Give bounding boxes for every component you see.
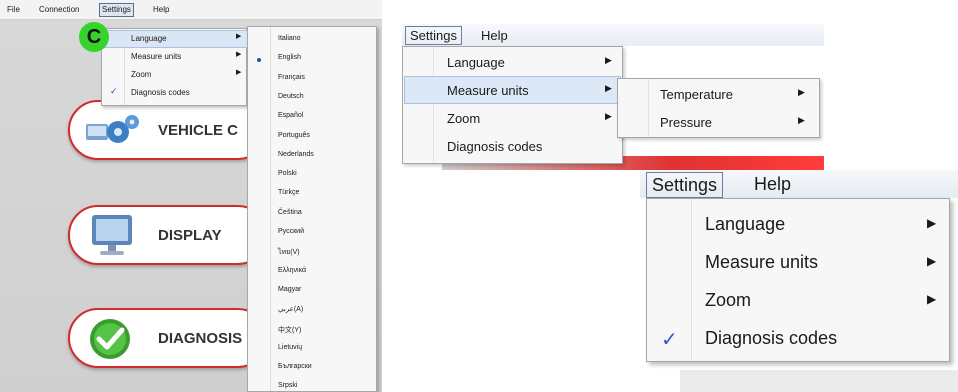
language-option[interactable]: Lietuvių [278,344,302,351]
submenu-arrow-icon: ▶ [927,292,937,306]
diagnosis-button[interactable]: DIAGNOSIS [68,308,268,368]
language-option[interactable]: عربي(A) [278,305,303,313]
monitor-icon [92,215,132,255]
submenu-arrow-icon: ▶ [236,69,242,76]
language-option[interactable]: Deutsch [278,93,304,100]
menu-item-label: Language [705,214,786,234]
menubar: File Connection Settings Help [0,0,382,20]
menu-connection[interactable]: Connection [39,5,79,14]
vehicle-button-label: VEHICLE C [158,122,239,139]
menu-item-language[interactable]: Language ▶ [405,49,620,75]
menu-item-pressure[interactable]: Pressure ▶ [618,109,818,135]
menu-separator [270,27,271,391]
menu-item-diagnosis-codes[interactable]: Diagnosis codes [405,133,620,159]
menu-item-label: Pressure [660,115,713,130]
language-option[interactable]: Français [278,74,305,81]
language-option[interactable]: ไทย(V) [278,247,300,258]
submenu-arrow-icon: ▶ [798,87,805,97]
menu-item-label: Measure units [131,52,182,61]
menu-settings[interactable]: Settings [99,3,134,17]
display-button[interactable]: DISPLAY [68,205,268,265]
menu-help[interactable]: Help [153,5,169,14]
menubar: Settings Help [640,170,958,198]
menu-item-diagnosis-codes[interactable]: ✓ Diagnosis codes [647,319,947,357]
menu-file[interactable]: File [7,5,20,14]
language-option[interactable]: Türkçe [278,189,299,196]
settings-dropdown: Language ▶ Measure units ▶ Zoom ▶ Diagno… [402,46,623,164]
submenu-arrow-icon: ▶ [605,55,612,65]
menubar: Settings Help [402,24,824,46]
language-option[interactable]: 中文(Y) [278,325,301,335]
submenu-arrow-icon: ▶ [927,216,937,230]
menu-item-label: Language [131,34,167,43]
submenu-arrow-icon: ▶ [798,115,805,125]
menu-settings[interactable]: Settings [646,172,724,198]
menu-item-diagnosis-codes[interactable]: ✓ Diagnosis codes [102,85,248,101]
language-option[interactable]: English [278,54,301,61]
menu-item-language[interactable]: Language ▶ [647,205,947,243]
menu-item-measure-units[interactable]: Measure units ▶ [102,49,248,65]
settings-zoom-panel: Settings Help Language ▶ Measure units ▶… [640,170,958,392]
gears-icon [86,115,139,143]
measure-units-panel: Settings Help Language ▶ Measure units ▶… [402,24,824,170]
check-icon: ✓ [661,329,678,351]
language-submenu: Italiano English Français Deutsch Español Por… [247,26,377,392]
radio-selected-icon [257,58,261,62]
submenu-arrow-icon: ▶ [605,83,612,93]
check-icon: ✓ [110,86,118,96]
language-option[interactable]: Русский [278,228,304,235]
submenu-arrow-icon: ▶ [236,51,242,58]
language-option[interactable]: Ελληνικά [278,267,306,274]
settings-dropdown: Language ▶ Measure units ▶ Zoom ▶ ✓ Diag… [101,28,249,106]
menu-item-label: Zoom [705,290,752,310]
submenu-arrow-icon: ▶ [605,111,612,121]
menu-item-label: Measure units [705,252,819,272]
menu-item-label: Temperature [660,87,733,102]
menu-item-zoom[interactable]: Zoom ▶ [647,281,947,319]
menu-item-label: Diagnosis codes [447,139,543,154]
menu-item-label: Zoom [447,111,481,126]
menu-item-label: Diagnosis codes [131,88,190,97]
menu-item-label: Measure units [447,83,529,98]
language-option[interactable]: Português [278,132,310,139]
app-background-strip [680,370,958,392]
language-option[interactable]: Nederlands [278,151,314,158]
diagnosis-button-label: DIAGNOSIS [158,330,243,347]
language-option[interactable]: Italiano [278,35,301,42]
menu-item-zoom[interactable]: Zoom ▶ [405,105,620,131]
language-option[interactable]: Magyar [278,286,301,293]
measure-units-submenu: Temperature ▶ Pressure ▶ [617,78,820,138]
menu-item-measure-units[interactable]: Measure units ▶ [647,243,947,281]
menu-settings[interactable]: Settings [405,26,462,45]
language-option[interactable]: Български [278,363,312,370]
menu-item-zoom[interactable]: Zoom ▶ [102,67,248,83]
menu-help[interactable]: Help [754,174,791,195]
vehicle-button[interactable]: VEHICLE C [68,100,268,160]
language-option[interactable]: Polski [278,170,297,177]
menu-item-label: Language [447,55,505,70]
app-screenshot-panel: File Connection Settings Help VEHICLE C … [0,0,382,392]
menu-item-label: Diagnosis codes [705,328,838,348]
menu-item-measure-units[interactable]: Measure units ▶ [404,76,621,104]
language-option[interactable]: Srpski [278,382,297,389]
checkmark-icon [90,319,130,359]
language-option[interactable]: Español [278,112,303,119]
submenu-arrow-icon: ▶ [236,33,242,40]
settings-dropdown: Language ▶ Measure units ▶ Zoom ▶ ✓ Diag… [646,198,950,362]
submenu-arrow-icon: ▶ [927,254,937,268]
language-option[interactable]: Čeština [278,209,302,216]
step-badge: C [79,22,109,52]
menu-item-label: Zoom [131,70,152,79]
display-button-label: DISPLAY [158,227,222,244]
menu-item-temperature[interactable]: Temperature ▶ [618,81,818,107]
menu-item-language[interactable]: Language ▶ [101,30,249,48]
menu-help[interactable]: Help [481,28,508,43]
